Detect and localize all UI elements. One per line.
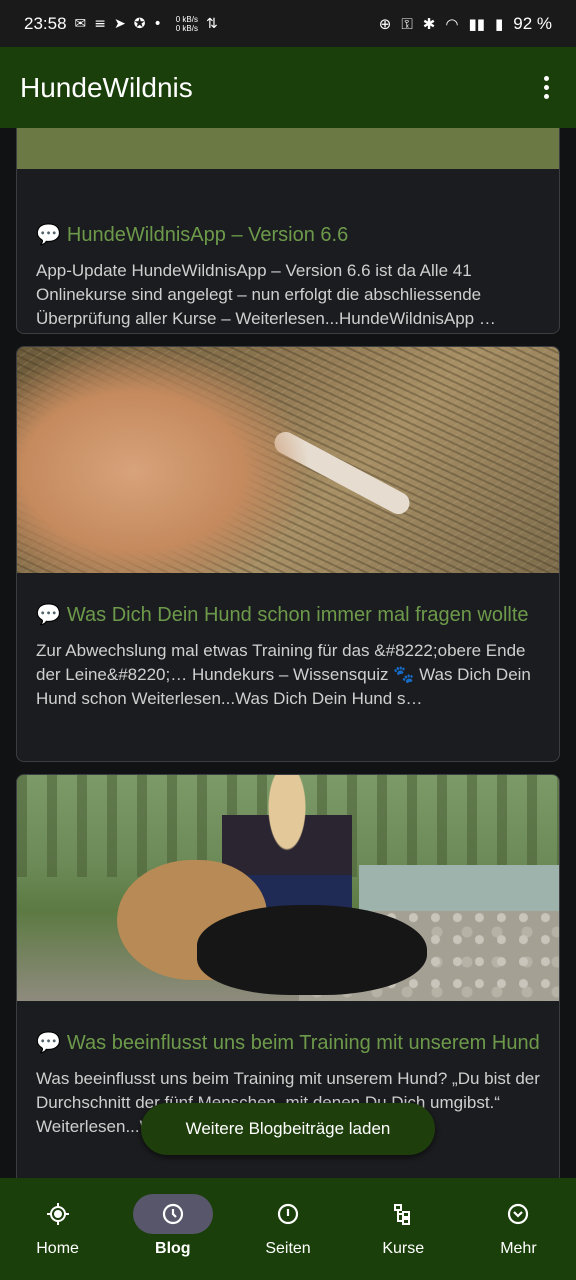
data-transfer-icon: ⇅ — [205, 15, 218, 32]
post-title[interactable]: 💬 Was beeinflusst uns beim Training mit u… — [17, 1029, 559, 1057]
net-down: 0 kB/s — [175, 23, 198, 33]
blog-card[interactable]: 💬 HundeWildnisApp – Version 6.6 App-Updat… — [16, 128, 560, 334]
chevron-circle-icon — [478, 1194, 558, 1234]
network-speed: 0 kB/s 0 kB/s — [176, 15, 198, 33]
post-excerpt: Zur Abwechslung mal etwas Training für d… — [36, 641, 531, 708]
text-icon: ≡ — [94, 15, 107, 32]
bottom-navigation: Home Blog Seiten Kurse Mehr — [0, 1178, 576, 1280]
app-bar: HundeWildnis — [0, 47, 576, 128]
clock-icon — [132, 1194, 213, 1234]
nav-label: Blog — [155, 1240, 191, 1257]
info-icon — [248, 1194, 328, 1234]
post-title-text: Was beeinflusst uns beim Training mit un… — [66, 1032, 540, 1054]
post-title[interactable]: 💬 Was Dich Dein Hund schon immer mal frag… — [17, 601, 559, 629]
bluetooth-icon: ✱ — [422, 14, 436, 33]
overflow-menu-icon[interactable] — [536, 76, 556, 99]
nav-label: Kurse — [382, 1240, 425, 1257]
system-icons: ⊕ ⚿ ✱ ◠ ▮▮ ▮ 92 % — [379, 14, 552, 34]
blog-list[interactable]: 💬 HundeWildnisApp – Version 6.6 App-Updat… — [0, 128, 576, 1178]
notification-icons: ✉ ≡ ➤ ✪ • 0 kB/s 0 kB/s ⇅ — [75, 15, 218, 33]
signal-icon: ▮▮ — [468, 14, 485, 33]
load-more-button[interactable]: Weitere Blogbeiträge laden — [141, 1103, 435, 1155]
post-excerpt: App-Update HundeWildnisApp – Version 6.6… — [36, 261, 496, 328]
key-icon: ⚿ — [401, 14, 413, 33]
nav-mehr[interactable]: Mehr — [461, 1178, 576, 1280]
comment-icon: 💬 — [36, 1032, 61, 1054]
post-title[interactable]: 💬 HundeWildnisApp – Version 6.6 — [17, 221, 559, 249]
post-title-text: Was Dich Dein Hund schon immer mal frage… — [66, 604, 529, 626]
add-circle-icon: ⊕ — [378, 14, 392, 33]
dot-icon: • — [153, 15, 162, 32]
nav-label: Seiten — [265, 1240, 311, 1257]
post-image — [17, 347, 559, 573]
comment-icon: 💬 — [36, 604, 61, 626]
post-image — [17, 128, 559, 169]
post-image — [17, 775, 559, 1001]
app-title: HundeWildnis — [20, 71, 193, 103]
battery-icon: ▮ — [494, 14, 504, 33]
nav-label: Home — [36, 1240, 79, 1257]
status-bar: 23:58 ✉ ≡ ➤ ✪ • 0 kB/s 0 kB/s ⇅ ⊕ ⚿ ✱ ◠ … — [0, 0, 576, 47]
post-title-text: HundeWildnisApp – Version 6.6 — [66, 224, 349, 246]
nav-seiten[interactable]: Seiten — [230, 1178, 345, 1280]
net-up: 0 kB/s — [175, 14, 198, 24]
send-icon: ➤ — [114, 15, 126, 32]
nav-home[interactable]: Home — [0, 1178, 115, 1280]
mail-icon: ✉ — [74, 15, 87, 32]
battery-level: 92 % — [513, 13, 552, 33]
comment-icon: 💬 — [36, 224, 61, 246]
nav-blog[interactable]: Blog — [115, 1178, 230, 1280]
tools-icon: ✪ — [133, 15, 146, 32]
course-tree-icon — [363, 1194, 443, 1234]
nav-label: Mehr — [500, 1240, 537, 1257]
blog-card[interactable]: 💬 Was Dich Dein Hund schon immer mal frag… — [16, 346, 560, 762]
wifi-icon: ◠ — [445, 14, 459, 33]
status-time: 23:58 — [24, 13, 67, 33]
nav-kurse[interactable]: Kurse — [346, 1178, 461, 1280]
location-target-icon — [18, 1194, 98, 1234]
